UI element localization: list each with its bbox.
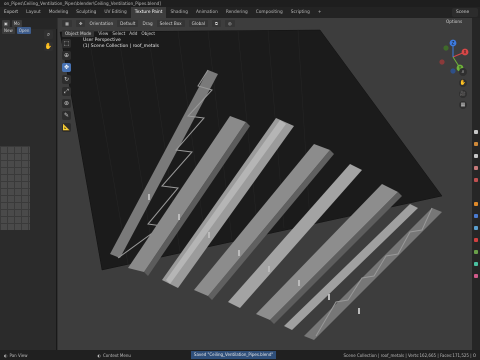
tab-layout[interactable]: Layout [22, 7, 45, 18]
mouse-hint-icon: ◐ [4, 352, 8, 358]
menu-select[interactable]: Select [112, 31, 125, 36]
select-box-icon[interactable]: ⬚ [62, 39, 71, 48]
camera-view-icon[interactable]: 🎥 [459, 90, 467, 98]
menu-export[interactable]: Export [0, 7, 22, 18]
scene-tab-icon[interactable] [474, 166, 478, 170]
tab-rendering[interactable]: Rendering [222, 7, 252, 18]
tab-scripting[interactable]: Scripting [287, 7, 314, 18]
mouse-hint-icon-2: ◐ [97, 352, 101, 358]
particles-tab-icon[interactable] [474, 226, 478, 230]
drag-dropdown[interactable]: Select Box [156, 20, 185, 27]
zoom-view-icon[interactable]: ⌕ [459, 68, 467, 76]
orientation-label: Orientation [89, 21, 114, 26]
workspace-tabs-bar: Export Layout Modeling Sculpting UV Edit… [0, 7, 480, 18]
transform-icon[interactable]: ✥ [75, 20, 86, 27]
measure-icon[interactable]: 📐 [62, 123, 71, 132]
active-object-label: (1) Scene Collection | roof_metals [83, 44, 159, 49]
tab-sculpting[interactable]: Sculpting [72, 7, 100, 18]
cursor-icon[interactable]: ⊕ [62, 51, 71, 60]
window-title: on_Pipes\Ceiling_Ventilation_Pipes\blend… [0, 0, 480, 7]
scene-statistics: Scene Collection | roof_metals | Verts:1… [343, 352, 476, 358]
move-icon[interactable]: ✥ [62, 63, 71, 72]
uv-grid [0, 146, 30, 230]
gizmo-x-label: X [464, 50, 467, 55]
menu-object[interactable]: Object [141, 31, 155, 36]
viewport-header: ▦ ✥ Orientation Default Drag Select Box … [58, 18, 472, 29]
constraints-tab-icon[interactable] [474, 250, 478, 254]
transform-tool-icon[interactable]: ⊛ [62, 99, 71, 108]
tab-shading[interactable]: Shading [166, 7, 191, 18]
options-dropdown[interactable]: Options [446, 19, 462, 24]
image-nav-tools: ⌕ ✋ [44, 30, 56, 64]
pivot-dropdown[interactable]: Global [188, 20, 209, 27]
properties-tab-strip [472, 18, 480, 350]
status-message: Saved "Ceiling_Ventilation_Pipes.blend" [190, 351, 277, 359]
menu-add[interactable]: Add [129, 31, 137, 36]
rotate-icon[interactable]: ↻ [62, 75, 71, 84]
tab-compositing[interactable]: Compositing [252, 7, 287, 18]
tab-texture-paint[interactable]: Texture Paint [130, 7, 167, 18]
editor-type-button[interactable]: ▦ [62, 20, 72, 27]
hand-icon[interactable]: ✋ [44, 42, 53, 51]
drag-label: Drag [142, 21, 153, 26]
menu-view[interactable]: View [98, 31, 108, 36]
render-tab-icon[interactable] [474, 142, 478, 146]
ceiling-scene [59, 29, 443, 340]
front-truss [304, 207, 442, 340]
zoom-icon[interactable]: ⌕ [44, 30, 53, 39]
open-image-button[interactable]: Open [16, 27, 32, 34]
viewport-menu-row: Object Mode View Select Add Object [58, 29, 208, 37]
scale-icon[interactable]: ⤢ [62, 87, 71, 96]
image-buttons: New Open [0, 27, 32, 34]
tool-shelf: ⬚ ⊕ ✥ ↻ ⤢ ⊛ ✎ 📐 [62, 39, 72, 143]
world-tab-icon[interactable] [474, 178, 478, 182]
status-bar: ◐ Pan View ◐ Context Menu Saved "Ceiling… [0, 350, 480, 360]
viewport-3d[interactable] [58, 18, 472, 350]
tab-modeling[interactable]: Modeling [45, 7, 73, 18]
pan-view-icon[interactable]: ✋ [459, 79, 467, 87]
data-tab-icon[interactable] [474, 262, 478, 266]
gizmo-z-label: Z [452, 41, 455, 46]
proportional-icon[interactable]: ◎ [225, 20, 235, 27]
snap-icon[interactable]: ⧉ [212, 20, 222, 27]
tool-tab-icon[interactable] [474, 130, 478, 134]
mode-field[interactable]: Mo [11, 20, 22, 27]
output-tab-icon[interactable] [474, 154, 478, 158]
annotate-icon[interactable]: ✎ [62, 111, 71, 120]
orientation-dropdown[interactable]: Default [117, 20, 139, 27]
mode-dropdown[interactable]: Object Mode [62, 29, 95, 37]
ortho-toggle-icon[interactable]: ▦ [459, 101, 467, 109]
tab-animation[interactable]: Animation [192, 7, 222, 18]
viewport-info: User Perspective (1) Scene Collection | … [83, 38, 159, 50]
modifier-tab-icon[interactable] [474, 214, 478, 218]
tab-uv-editing[interactable]: UV Editing [100, 7, 130, 18]
status-middle-hint: Context Menu [102, 352, 131, 358]
editor-type-icon[interactable]: ▣ [2, 20, 10, 27]
object-tab-icon[interactable] [474, 202, 478, 206]
scene-selector[interactable]: Scene [452, 8, 478, 17]
new-image-button[interactable]: New [2, 27, 15, 34]
status-left-hint: Pan View [9, 352, 28, 358]
add-workspace-icon[interactable]: + [314, 7, 326, 18]
material-tab-icon[interactable] [474, 274, 478, 278]
physics-tab-icon[interactable] [474, 238, 478, 242]
viewport-nav-buttons: ⌕ ✋ 🎥 ▦ [459, 68, 469, 109]
